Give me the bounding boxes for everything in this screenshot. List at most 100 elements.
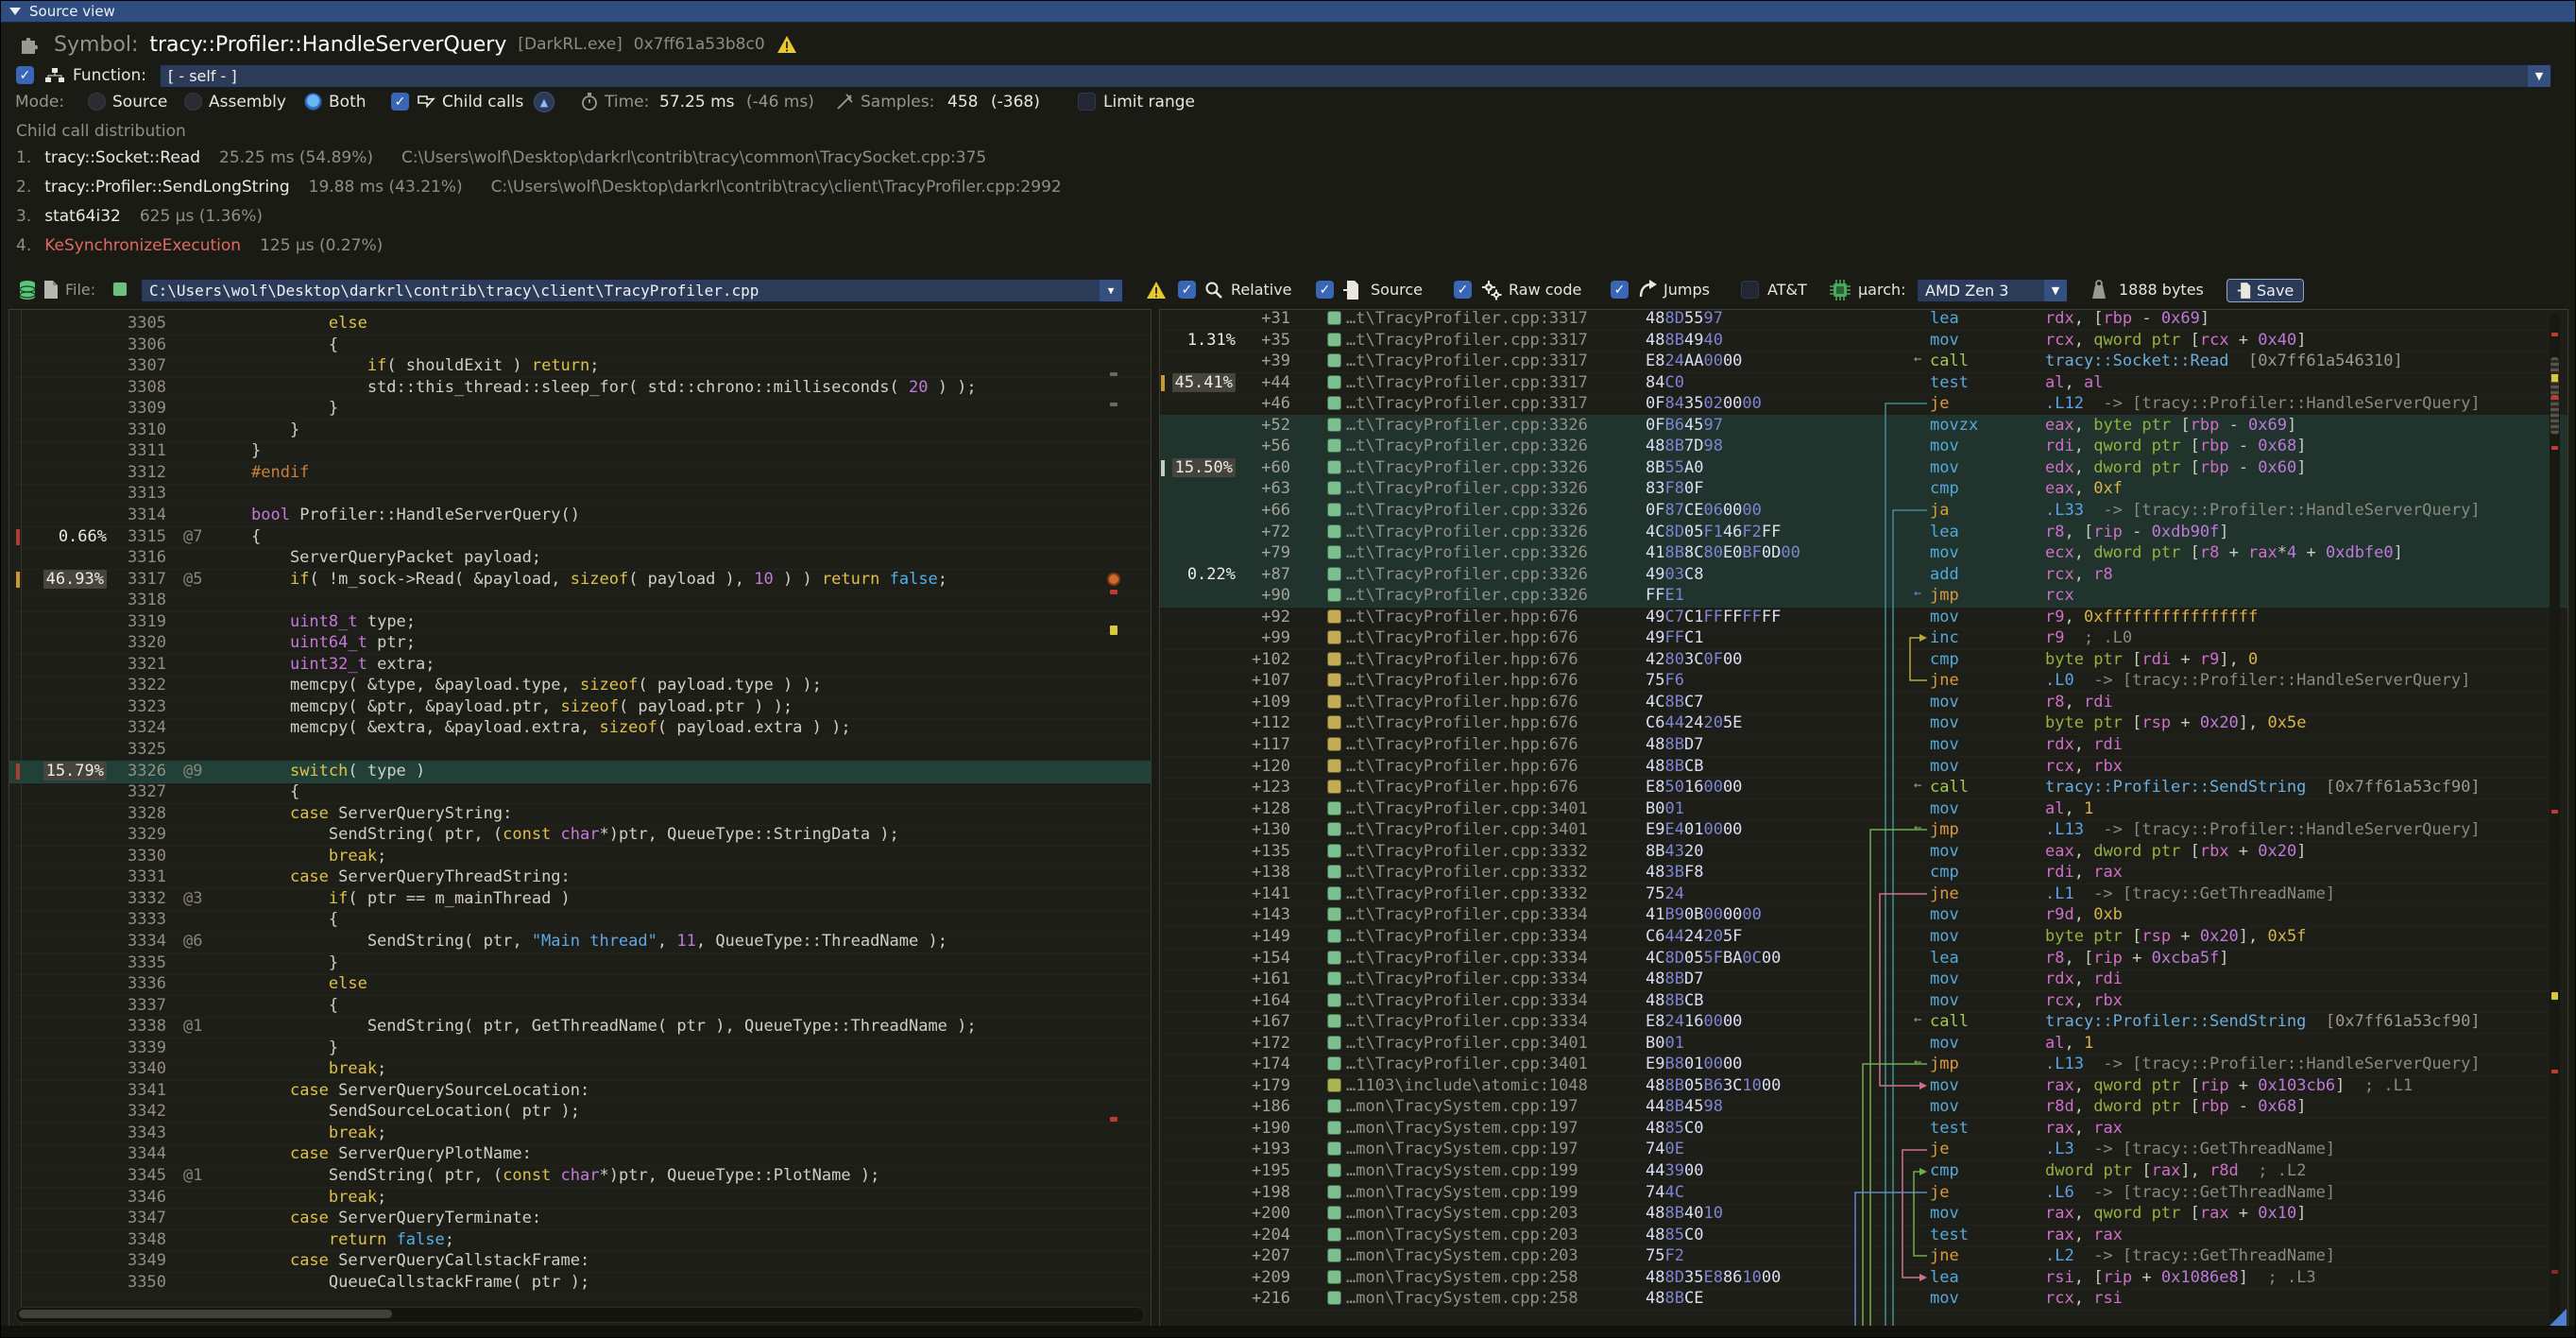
radio-both[interactable]	[304, 93, 322, 111]
source-line-row[interactable]: 3314bool Profiler::HandleServerQuery()	[9, 505, 1151, 527]
file-color-square	[1327, 1185, 1341, 1199]
source-line-row[interactable]: 3309 }	[9, 398, 1151, 420]
source-line-row[interactable]: 3319 uint8_t type;	[9, 611, 1151, 634]
source-line-row[interactable]: 3335 }	[9, 952, 1151, 975]
child-call-row[interactable]: 4.KeSynchronizeExecution125 μs (0.27%)	[16, 236, 383, 259]
file-color-square	[1327, 759, 1341, 773]
source-line-row[interactable]: 3337 {	[9, 995, 1151, 1018]
child-calls-checkbox[interactable]: ✓	[391, 93, 409, 111]
source-line-row[interactable]: 3310 }	[9, 420, 1151, 442]
scrollbar-thumb[interactable]	[19, 1310, 392, 1318]
source-line-row[interactable]: 3333 {	[9, 909, 1151, 932]
source-line-row[interactable]: 3347 case ServerQueryTerminate:	[9, 1208, 1151, 1230]
file-color-square	[1327, 630, 1341, 644]
collapse-icon[interactable]	[9, 8, 21, 15]
source-line-row[interactable]: 3318	[9, 590, 1151, 612]
file-dropdown[interactable]: C:\Users\wolf\Desktop\darkrl\contrib\tra…	[141, 279, 1123, 302]
source-line-row[interactable]: 3321 uint32_t extra;	[9, 654, 1151, 677]
function-checkbox[interactable]: ✓	[16, 66, 34, 84]
relative-checkbox[interactable]: ✓	[1178, 281, 1196, 299]
source-line-row[interactable]: 0.66%3315@7{	[9, 526, 1151, 549]
puzzle-icon	[18, 32, 43, 57]
source-line-row[interactable]: 3329 SendString( ptr, (const char*)ptr, …	[9, 824, 1151, 847]
bytes-size-label: 1888 bytes	[2119, 281, 2204, 299]
source-line-row[interactable]: 3331 case ServerQueryThreadString:	[9, 866, 1151, 889]
uarch-dropdown-arrow-icon[interactable]: ▼	[2044, 280, 2067, 301]
jumps-checkbox[interactable]: ✓	[1611, 281, 1629, 299]
source-line-row[interactable]: 3350 QueueCallstackFrame( ptr );	[9, 1272, 1151, 1295]
file-color-square	[1327, 886, 1341, 901]
source-line-row[interactable]: 3332@3 if( ptr == m_mainThread )	[9, 888, 1151, 911]
source-line-row[interactable]: 3322 memcpy( &type, &payload.type, sizeo…	[9, 675, 1151, 697]
source-line-row[interactable]: 3349 case ServerQueryCallstackFrame:	[9, 1250, 1151, 1273]
source-line-row[interactable]: 3306 {	[9, 334, 1151, 357]
source-line-row[interactable]: 3327 {	[9, 781, 1151, 804]
file-label: File:	[65, 281, 95, 299]
source-line-row[interactable]: 3338@1 SendString( ptr, GetThreadName( p…	[9, 1016, 1151, 1038]
file-color-square	[1327, 1291, 1341, 1305]
source-line-row[interactable]: 3308 std::this_thread::sleep_for( std::c…	[9, 377, 1151, 400]
source-line-row[interactable]: 3342 SendSourceLocation( ptr );	[9, 1101, 1151, 1124]
limit-range-label: Limit range	[1103, 93, 1195, 112]
source-line-row[interactable]: 3341 case ServerQuerySourceLocation:	[9, 1080, 1151, 1103]
file-color-square	[1327, 1078, 1341, 1092]
database-icon	[18, 280, 37, 300]
asm-source-icon	[1342, 280, 1359, 300]
limit-range-checkbox[interactable]: ✓	[1078, 93, 1096, 111]
source-line-row[interactable]: 3313	[9, 483, 1151, 506]
source-line-row[interactable]: 3320 uint64_t ptr;	[9, 632, 1151, 655]
child-call-row[interactable]: 1.tracy::Socket::Read25.25 ms (54.89%)C:…	[16, 148, 986, 171]
source-line-row[interactable]: 3344 case ServerQueryPlotName:	[9, 1143, 1151, 1166]
file-color-square	[1327, 1056, 1341, 1071]
scroll-up-button[interactable]: ▲	[534, 92, 554, 112]
asm-source-checkbox[interactable]: ✓	[1316, 281, 1334, 299]
att-checkbox[interactable]: ✓	[1741, 281, 1759, 299]
asm-source-label: Source	[1371, 281, 1423, 299]
source-line-row[interactable]: 3323 memcpy( &ptr, &payload.ptr, sizeof(…	[9, 696, 1151, 719]
source-line-row[interactable]: 3316 ServerQueryPacket payload;	[9, 547, 1151, 570]
function-dropdown-arrow-icon[interactable]: ▼	[2528, 65, 2550, 87]
source-line-row[interactable]: 3311}	[9, 440, 1151, 463]
file-color-square	[1327, 311, 1341, 325]
source-line-row[interactable]: 3343 break;	[9, 1123, 1151, 1145]
uarch-dropdown[interactable]: AMD Zen 3 ▼	[1917, 279, 2068, 302]
source-line-row[interactable]: 3325	[9, 739, 1151, 762]
file-color-square	[1327, 695, 1341, 709]
file-color-square	[1327, 907, 1341, 921]
radio-source[interactable]	[88, 93, 106, 111]
source-line-row[interactable]: 3348 return false;	[9, 1229, 1151, 1252]
radio-assembly[interactable]	[184, 93, 202, 111]
child-call-title: Child call distribution	[16, 122, 186, 141]
warning-icon	[776, 35, 797, 54]
file-color-square	[1327, 375, 1341, 389]
raw-code-checkbox[interactable]: ✓	[1454, 281, 1472, 299]
source-horizontal-scrollbar[interactable]	[15, 1307, 1145, 1323]
symbol-address: 0x7ff61a53b8c0	[634, 35, 765, 54]
assembly-vertical-scrollbar[interactable]	[2550, 314, 2560, 1319]
source-line-row[interactable]: 3305 else	[9, 313, 1151, 335]
source-line-row[interactable]: 3340 break;	[9, 1058, 1151, 1081]
source-line-row[interactable]: 3336 else	[9, 973, 1151, 996]
source-line-row[interactable]: 15.79%3326@9 switch( type )	[9, 761, 1151, 783]
source-line-row[interactable]: 3345@1 SendString( ptr, (const char*)ptr…	[9, 1165, 1151, 1188]
source-line-row[interactable]: 3328 case ServerQueryString:	[9, 803, 1151, 826]
resize-grip[interactable]	[2550, 1309, 2567, 1326]
source-line-row[interactable]: 3334@6 SendString( ptr, "Main thread", 1…	[9, 931, 1151, 953]
source-vertical-scrollbar[interactable]	[1110, 316, 1118, 1289]
source-line-row[interactable]: 46.93%3317@5 if( !m_sock->Read( &payload…	[9, 569, 1151, 592]
file-dropdown-arrow-icon[interactable]: ▼	[1100, 280, 1122, 301]
toolbar-row: File: C:\Users\wolf\Desktop\darkrl\contr…	[1, 275, 2575, 306]
symbol-label: Symbol:	[54, 33, 138, 57]
source-line-row[interactable]: 3346 break;	[9, 1187, 1151, 1209]
source-line-row[interactable]: 3330 break;	[9, 846, 1151, 868]
title-bar[interactable]: Source view	[1, 1, 2575, 23]
child-call-row[interactable]: 2.tracy::Profiler::SendLongString19.88 m…	[16, 178, 1062, 200]
source-line-row[interactable]: 3312#endif	[9, 462, 1151, 485]
function-dropdown[interactable]: [ - self - ] ▼	[160, 64, 2551, 88]
save-button[interactable]: Save	[2226, 279, 2304, 302]
source-line-row[interactable]: 3324 memcpy( &extra, &payload.extra, siz…	[9, 717, 1151, 740]
samples-value: 458	[947, 93, 978, 112]
source-line-row[interactable]: 3339 }	[9, 1038, 1151, 1060]
child-call-row[interactable]: 3.stat64i32625 μs (1.36%)	[16, 207, 263, 230]
source-line-row[interactable]: 3307 if( shouldExit ) return;	[9, 355, 1151, 378]
